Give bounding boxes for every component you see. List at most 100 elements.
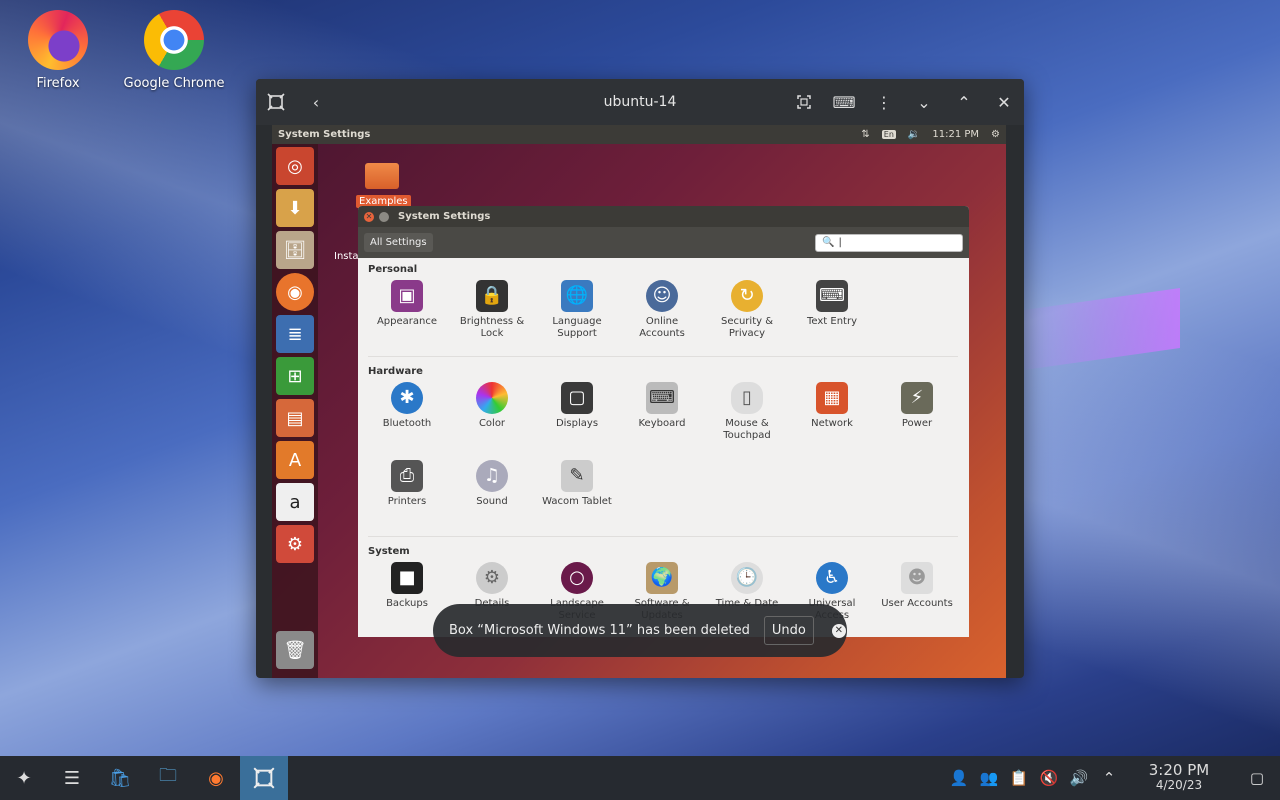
system-settings-icon[interactable]: ☰ — [48, 756, 96, 800]
toast-message: Box “Microsoft Windows 11” has been dele… — [449, 623, 750, 638]
settings-details[interactable]: ⚙Details — [452, 562, 532, 610]
window-titlebar[interactable]: ‹ ubuntu-14 ⌨ ⋮ ⌄ ⌃ ✕ — [256, 79, 1024, 125]
vm-window: ‹ ubuntu-14 ⌨ ⋮ ⌄ ⌃ ✕ System Settings ⇅ … — [256, 79, 1024, 678]
show-desktop-icon[interactable]: ▢ — [1234, 769, 1280, 787]
item-label: Printers — [387, 496, 427, 507]
settings-mouse-touchpad[interactable]: ▯ Mouse & Touchpad — [707, 382, 787, 442]
settings-language-support[interactable]: 🌐 Language Support — [537, 280, 617, 340]
user-icon[interactable]: 👤 — [944, 769, 974, 787]
settings-time-date[interactable]: 🕒Time & Date — [707, 562, 787, 610]
settings-backups[interactable]: ■ Backups — [367, 562, 447, 610]
settings-security-privacy[interactable]: ↻ Security & Privacy — [707, 280, 787, 340]
close-icon[interactable]: ✕ — [364, 211, 374, 222]
section-hardware: Hardware — [368, 366, 423, 377]
trash-icon[interactable]: 🗑 — [276, 631, 314, 669]
keyboard-icon[interactable]: ⌨ — [824, 79, 864, 125]
close-icon[interactable]: ✕ — [831, 623, 846, 638]
system-tray: 👤 👥 📋 🔇 🔊 ⌃ 3:20 PM 4/20/23 ▢ — [944, 756, 1280, 800]
discover-store-icon[interactable]: 🛍 — [96, 756, 144, 800]
folder-icon — [365, 163, 399, 189]
dialog-title: System Settings — [398, 211, 491, 222]
close-icon[interactable]: ✕ — [984, 79, 1024, 125]
section-personal: Personal — [368, 264, 418, 275]
settings-color[interactable]: Color — [452, 382, 532, 430]
all-settings-button[interactable]: All Settings — [364, 233, 433, 252]
settings-power[interactable]: ⚡ Power — [877, 382, 957, 430]
writer-icon[interactable]: ≣ — [276, 315, 314, 353]
firefox-icon — [28, 10, 88, 70]
desktop-icon-label: Google Chrome — [123, 76, 225, 91]
topbar-title: System Settings — [278, 129, 371, 140]
settings-online-accounts[interactable]: ☺ Online Accounts — [622, 280, 702, 340]
deleted-toast: Box “Microsoft Windows 11” has been dele… — [433, 604, 847, 657]
guest-screen[interactable]: System Settings ⇅ En 🔉 11:21 PM ⚙ ◎ ⬇ 🗄 … — [272, 125, 1006, 678]
topbar-clock[interactable]: 11:21 PM — [932, 129, 979, 140]
search-input[interactable]: 🔍 | — [815, 233, 963, 252]
clipboard-icon[interactable]: 📋 — [1004, 769, 1034, 787]
settings-brightness-lock[interactable]: 🔒 Brightness & Lock — [452, 280, 532, 340]
dialog-titlebar[interactable]: ✕ System Settings — [358, 206, 969, 227]
impress-icon[interactable]: ▤ — [276, 399, 314, 437]
fullscreen-icon[interactable] — [784, 79, 824, 125]
ubuntu-dash-icon[interactable]: ◎ — [276, 147, 314, 185]
network-arrows-icon[interactable]: ⇅ — [861, 129, 869, 140]
item-label: Bluetooth — [382, 418, 432, 429]
volume-icon[interactable]: 🔉 — [908, 129, 920, 140]
install-label: Insta — [334, 251, 359, 262]
users-icon[interactable]: 👥 — [974, 769, 1004, 787]
settings-wacom-tablet[interactable]: ✎ Wacom Tablet — [537, 460, 617, 508]
item-label: Color — [478, 418, 506, 429]
maximize-icon[interactable]: ⌃ — [944, 79, 984, 125]
back-icon[interactable]: ‹ — [296, 79, 336, 125]
item-label: Mouse & Touchpad — [723, 418, 771, 441]
undo-button[interactable]: Undo — [763, 616, 814, 645]
calc-icon[interactable]: ⊞ — [276, 357, 314, 395]
kebab-menu-icon[interactable]: ⋮ — [864, 79, 904, 125]
item-label: Sound — [476, 496, 508, 507]
item-label: Keyboard — [638, 418, 686, 429]
keyboard-layout-indicator[interactable]: En — [881, 130, 896, 139]
installer-icon[interactable]: ⬇ — [276, 189, 314, 227]
minimize-icon[interactable]: ⌄ — [904, 79, 944, 125]
settings-keyboard[interactable]: ⌨ Keyboard — [622, 382, 702, 430]
volume-icon[interactable]: 🔊 — [1064, 769, 1094, 787]
examples-folder[interactable]: Examples — [356, 163, 411, 208]
settings-sound[interactable]: ♫ Sound — [452, 460, 532, 508]
boxes-app-icon[interactable] — [256, 79, 296, 125]
search-value: | — [838, 237, 842, 248]
firefox-icon[interactable]: ◉ — [276, 273, 314, 311]
boxes-icon[interactable] — [240, 756, 288, 800]
item-label: Wacom Tablet — [542, 496, 612, 507]
search-icon: 🔍 — [822, 237, 835, 248]
settings-bluetooth[interactable]: ✱ Bluetooth — [367, 382, 447, 430]
settings-text-entry[interactable]: ⌨ Text Entry — [792, 280, 872, 328]
firefox-icon[interactable]: ◉ — [192, 756, 240, 800]
system-settings-icon[interactable]: ⚙ — [276, 525, 314, 563]
software-center-icon[interactable]: A — [276, 441, 314, 479]
settings-appearance[interactable]: ▣ Appearance — [367, 280, 447, 328]
app-launcher-icon[interactable]: ✦ — [0, 756, 48, 800]
gear-icon[interactable]: ⚙ — [991, 129, 1000, 140]
file-manager-icon[interactable]: 🗀 — [144, 756, 192, 800]
taskbar: ✦ ☰ 🛍 🗀 ◉ 👤 👥 📋 🔇 🔊 ⌃ 3:20 PM 4/20/23 ▢ — [0, 756, 1280, 800]
desktop-icon-label: Firefox — [36, 76, 80, 91]
settings-network[interactable]: ▦ Network — [792, 382, 872, 430]
desktop-icon-firefox[interactable]: Firefox — [3, 10, 113, 91]
clock[interactable]: 3:20 PM 4/20/23 — [1124, 763, 1234, 793]
settings-user-accounts[interactable]: ☻ User Accounts — [877, 562, 957, 610]
item-label: Language Support — [552, 316, 602, 339]
desktop-icon-chrome[interactable]: Google Chrome — [119, 10, 229, 91]
chrome-icon — [144, 10, 204, 70]
settings-printers[interactable]: ⎙ Printers — [367, 460, 447, 508]
section-system: System — [368, 546, 410, 557]
item-label: Text Entry — [806, 316, 857, 327]
amazon-icon[interactable]: a — [276, 483, 314, 521]
section-divider — [368, 536, 958, 537]
minimize-icon[interactable] — [379, 211, 389, 222]
item-label: Online Accounts — [639, 316, 685, 339]
files-icon[interactable]: 🗄 — [276, 231, 314, 269]
chevron-up-icon[interactable]: ⌃ — [1094, 769, 1124, 787]
item-label: Brightness & Lock — [459, 316, 525, 339]
settings-displays[interactable]: ▢ Displays — [537, 382, 617, 430]
mute-icon[interactable]: 🔇 — [1034, 769, 1064, 787]
